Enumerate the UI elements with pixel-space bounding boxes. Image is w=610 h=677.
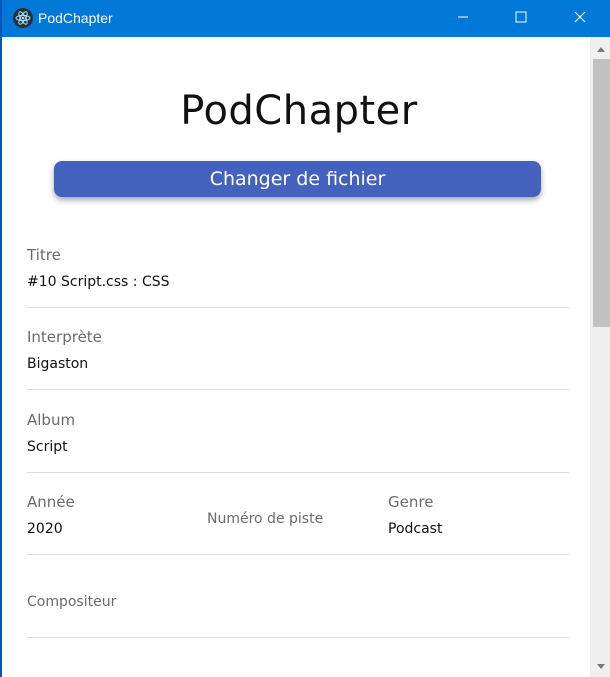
scrollbar-thumb[interactable] bbox=[593, 59, 610, 327]
genre-label: Genre bbox=[388, 493, 434, 511]
app-window: PodChapter PodChapter Changer de fichier… bbox=[0, 0, 610, 677]
year-value[interactable]: 2020 bbox=[27, 521, 63, 537]
maximize-icon bbox=[515, 10, 527, 28]
chevron-up-icon bbox=[597, 44, 605, 55]
title-bar[interactable]: PodChapter bbox=[2, 0, 610, 37]
electron-icon bbox=[13, 8, 33, 28]
close-button[interactable] bbox=[557, 0, 603, 37]
main-content: PodChapter Changer de fichier Titre #10 … bbox=[4, 37, 590, 677]
minimize-icon bbox=[457, 10, 469, 28]
album-value[interactable]: Script bbox=[27, 439, 68, 455]
vertical-scrollbar[interactable] bbox=[590, 37, 610, 677]
title-label: Titre bbox=[27, 246, 61, 264]
chevron-down-icon bbox=[597, 662, 605, 673]
album-field[interactable]: Album Script bbox=[27, 402, 569, 473]
album-label: Album bbox=[27, 411, 76, 429]
year-field[interactable]: Année 2020 bbox=[27, 484, 197, 554]
year-track-genre-row: Année 2020 Numéro de piste Genre Podcast bbox=[27, 484, 569, 555]
year-label: Année bbox=[27, 493, 75, 511]
track-number-field[interactable]: Numéro de piste bbox=[207, 484, 377, 554]
artist-value[interactable]: Bigaston bbox=[27, 356, 88, 372]
minimize-button[interactable] bbox=[440, 0, 486, 37]
composer-field[interactable]: Compositeur bbox=[27, 567, 569, 638]
title-value[interactable]: #10 Script.css : CSS bbox=[27, 274, 170, 290]
track-number-label: Numéro de piste bbox=[207, 511, 324, 527]
genre-value[interactable]: Podcast bbox=[388, 521, 442, 537]
close-icon bbox=[574, 10, 586, 28]
window-title: PodChapter bbox=[38, 10, 113, 26]
genre-field[interactable]: Genre Podcast bbox=[388, 484, 568, 554]
change-file-button[interactable]: Changer de fichier bbox=[54, 161, 541, 197]
composer-label: Compositeur bbox=[27, 594, 117, 610]
scroll-down-button[interactable] bbox=[590, 657, 610, 677]
maximize-button[interactable] bbox=[498, 0, 544, 37]
scroll-up-button[interactable] bbox=[590, 39, 610, 59]
artist-field[interactable]: Interprète Bigaston bbox=[27, 319, 569, 390]
title-field[interactable]: Titre #10 Script.css : CSS bbox=[27, 237, 569, 308]
artist-label: Interprète bbox=[27, 328, 102, 346]
page-title: PodChapter bbox=[180, 88, 418, 134]
